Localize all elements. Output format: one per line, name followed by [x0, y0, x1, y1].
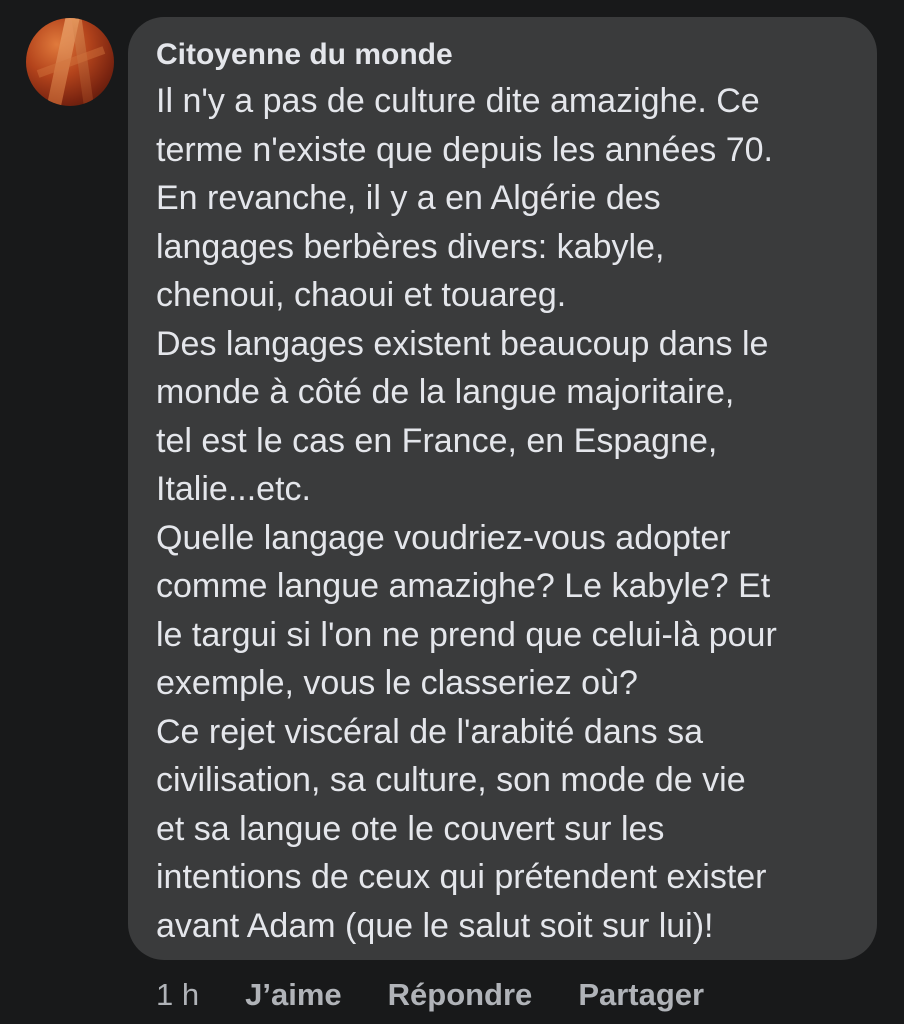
- comment-line: le targui si l'on ne prend que celui-là …: [156, 615, 777, 654]
- comment-bubble: Citoyenne du monde Il n'y a pas de cultu…: [128, 17, 877, 960]
- comment-line: monde à côté de la langue majoritaire,: [156, 373, 735, 411]
- comment-line: civilisation, sa culture, son mode de vi…: [156, 761, 746, 799]
- comment-line: et sa langue ote le couvert sur les: [156, 809, 665, 848]
- comment-line: exemple, vous le classeriez où?: [156, 664, 638, 702]
- comment-line: Quelle langage voudriez-vous adopter: [156, 518, 731, 557]
- comment-line: tel est le cas en France, en Espagne,: [156, 421, 718, 460]
- comment-line: Italie...etc.: [156, 470, 311, 508]
- author-avatar[interactable]: [26, 18, 114, 106]
- like-button[interactable]: J’aime: [245, 977, 342, 1013]
- comment-body: Il n'y a pas de culture dite amazighe. C…: [156, 77, 853, 950]
- share-button[interactable]: Partager: [578, 977, 704, 1013]
- comment-line: Ce rejet viscéral de l'arabité dans sa: [156, 712, 703, 751]
- comment-line: avant Adam (que le salut soit sur lui)!: [156, 906, 714, 945]
- author-name[interactable]: Citoyenne du monde: [156, 35, 853, 75]
- comment-line: terme n'existe que depuis les années 70.: [156, 130, 773, 169]
- comment-line: comme langue amazighe? Le kabyle? Et: [156, 567, 771, 605]
- comment-line: chenoui, chaoui et touareg.: [156, 276, 567, 314]
- reply-button[interactable]: Répondre: [388, 977, 533, 1013]
- comment-line: Des langages existent beaucoup dans le: [156, 324, 769, 363]
- comment-timestamp[interactable]: 1 h: [156, 977, 199, 1013]
- comment-actions: 1 h J’aime Répondre Partager: [156, 970, 750, 1020]
- comment-line: Il n'y a pas de culture dite amazighe. C…: [156, 82, 760, 120]
- comment-line: En revanche, il y a en Algérie des: [156, 179, 661, 217]
- comment-line: intentions de ceux qui prétendent existe…: [156, 858, 767, 896]
- comment-line: langages berbères divers: kabyle,: [156, 227, 665, 266]
